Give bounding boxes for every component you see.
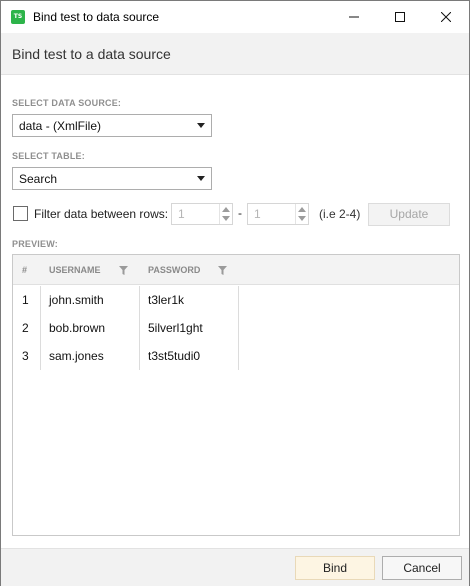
stepper-down-icon[interactable] <box>222 216 230 221</box>
cell-index: 2 <box>22 321 29 335</box>
datasource-label: SELECT DATA SOURCE: <box>12 98 122 108</box>
preview-label: PREVIEW: <box>12 239 58 249</box>
range-separator: - <box>238 206 242 220</box>
column-header-index: # <box>22 265 28 275</box>
cell-password: t3st5tudi0 <box>148 349 201 363</box>
title-bar: TS Bind test to data source <box>1 1 469 33</box>
table-select[interactable]: Search <box>12 167 212 190</box>
to-row-value: 1 <box>254 207 261 221</box>
filter-checkbox-label: Filter data between rows: <box>34 207 169 221</box>
grid-header: # USERNAME PASSWORD <box>13 255 459 285</box>
filter-checkbox[interactable] <box>13 206 28 221</box>
page-title: Bind test to a data source <box>12 46 171 62</box>
stepper-up-icon[interactable] <box>298 207 306 212</box>
datasource-select[interactable]: data - (XmlFile) <box>12 114 212 137</box>
minimize-button[interactable] <box>331 1 377 33</box>
update-button[interactable]: Update <box>368 203 450 226</box>
column-header-password[interactable]: PASSWORD <box>148 255 200 285</box>
window-title: Bind test to data source <box>33 10 160 24</box>
table-value: Search <box>19 172 58 186</box>
from-row-stepper[interactable]: 1 <box>171 203 233 225</box>
table-row[interactable]: 2 bob.brown 5ilverl1ght <box>13 314 239 342</box>
dialog-window: TS Bind test to data source Bind test to… <box>0 0 470 586</box>
cell-username: john.smith <box>49 293 104 307</box>
from-row-value: 1 <box>178 207 185 221</box>
table-row[interactable]: 3 sam.jones t3st5tudi0 <box>13 342 239 370</box>
filter-icon[interactable] <box>218 266 227 275</box>
range-hint: (i.e 2-4) <box>319 207 361 221</box>
bind-button[interactable]: Bind <box>295 556 375 580</box>
cell-password: t3ler1k <box>148 293 185 307</box>
to-row-stepper[interactable]: 1 <box>247 203 309 225</box>
minimize-icon <box>349 16 359 18</box>
cell-index: 1 <box>22 293 29 307</box>
cell-index: 3 <box>22 349 29 363</box>
app-icon: TS <box>11 10 25 24</box>
filter-icon[interactable] <box>119 266 128 275</box>
column-header-username[interactable]: USERNAME <box>49 255 101 285</box>
cancel-button[interactable]: Cancel <box>382 556 462 580</box>
maximize-button[interactable] <box>377 1 423 33</box>
cell-username: sam.jones <box>49 349 104 363</box>
dropdown-arrow-icon <box>197 176 205 181</box>
datasource-value: data - (XmlFile) <box>19 119 102 133</box>
cell-username: bob.brown <box>49 321 106 335</box>
stepper-up-icon[interactable] <box>222 207 230 212</box>
close-button[interactable] <box>423 1 469 33</box>
table-row[interactable]: 1 john.smith t3ler1k <box>13 286 239 314</box>
header-band: Bind test to a data source <box>1 33 469 75</box>
dialog-footer: Bind Cancel <box>1 548 469 586</box>
maximize-icon <box>395 12 405 22</box>
preview-grid: # USERNAME PASSWORD 1 john.smith t3ler1k… <box>12 254 460 536</box>
stepper-down-icon[interactable] <box>298 216 306 221</box>
dropdown-arrow-icon <box>197 123 205 128</box>
close-icon <box>441 12 451 22</box>
table-label: SELECT TABLE: <box>12 151 85 161</box>
cell-password: 5ilverl1ght <box>148 321 203 335</box>
